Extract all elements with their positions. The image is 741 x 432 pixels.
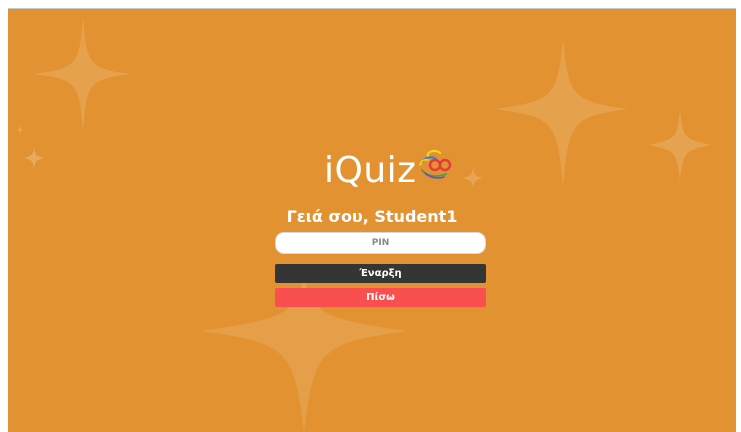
start-button[interactable]: Έναρξη: [275, 264, 486, 283]
sparkle-decoration: [494, 39, 628, 187]
sparkle-decoration: [32, 17, 132, 131]
app-logo: iQuiz: [324, 147, 454, 197]
sparkle-decoration: [24, 147, 44, 169]
glasses-icon: [419, 149, 452, 179]
back-button[interactable]: Πίσω: [275, 288, 486, 307]
pin-input[interactable]: [275, 232, 486, 254]
logo-text: iQuiz: [324, 150, 417, 191]
sparkle-decoration: [463, 167, 483, 189]
login-screen: iQuiz Γειά σου, Student1 Έναρξη Πίσω: [8, 8, 736, 432]
sparkle-decoration: [16, 125, 24, 135]
greeting-heading: Γειά σου, Student1: [286, 207, 458, 226]
sparkle-decoration: [648, 111, 712, 181]
